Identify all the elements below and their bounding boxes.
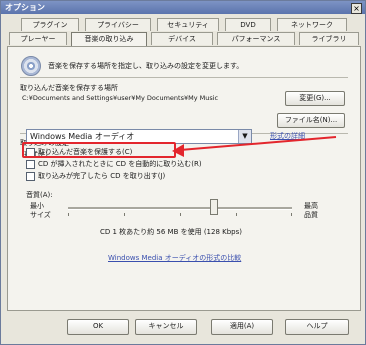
tab-plugins[interactable]: プラグイン <box>21 18 79 31</box>
chevron-down-icon[interactable]: ▼ <box>238 130 251 143</box>
help-button[interactable]: ヘルプ <box>285 319 349 335</box>
tab-library[interactable]: ライブラリ <box>299 32 359 45</box>
format-value: Windows Media オーディオ <box>30 132 135 141</box>
tab-row-1: プラグイン プライバシー セキュリティ DVD ネットワーク <box>9 18 359 31</box>
quality-slider-track[interactable] <box>68 207 292 210</box>
file-name-button[interactable]: ファイル名(N)... <box>277 113 345 128</box>
slider-tick <box>180 213 181 216</box>
tab-privacy[interactable]: プライバシー <box>85 18 151 31</box>
slider-tick <box>236 213 237 216</box>
learn-about-formats-link[interactable]: 形式の詳細 <box>270 131 305 141</box>
eject-cd-checkbox[interactable] <box>26 172 35 181</box>
tab-security[interactable]: セキュリティ <box>157 18 219 31</box>
compare-formats-link[interactable]: Windows Media オーディオの形式の比較 <box>108 253 241 263</box>
title-bar: オプション × <box>1 1 365 14</box>
panel-intro: 音楽を保存する場所を指定し、取り込みの設定を変更します。 <box>48 62 244 70</box>
close-button[interactable]: × <box>351 3 362 14</box>
tab-performance[interactable]: パフォーマンス <box>217 32 295 45</box>
slider-tick <box>68 213 69 216</box>
quality-slider-thumb[interactable] <box>210 199 218 215</box>
apply-button[interactable]: 適用(A) <box>211 319 273 335</box>
tab-devices[interactable]: デバイス <box>151 32 213 45</box>
options-dialog: オプション × プラグイン プライバシー セキュリティ DVD ネットワーク プ… <box>0 0 366 345</box>
tab-rip-music[interactable]: 音楽の取り込み <box>71 32 147 46</box>
ok-button[interactable]: OK <box>67 319 129 335</box>
cd-icon <box>21 56 41 76</box>
auto-rip-checkbox[interactable] <box>26 160 35 169</box>
window-title: オプション <box>5 3 45 12</box>
tab-network[interactable]: ネットワーク <box>277 18 347 31</box>
change-location-button[interactable]: 変更(G)... <box>285 91 345 106</box>
tab-dvd[interactable]: DVD <box>225 18 271 31</box>
tab-player[interactable]: プレーヤー <box>9 32 67 45</box>
best-quality-label: 最高 品質 <box>304 202 318 219</box>
location-path: C:¥Documents and Settings¥user¥My Docume… <box>22 94 219 102</box>
highlight-box <box>22 142 176 158</box>
location-heading: 取り込んだ音楽を保存する場所 <box>20 84 118 92</box>
quality-info: CD 1 枚あたり約 56 MB を使用 (128 Kbps) <box>100 228 243 236</box>
rip-music-panel: 音楽を保存する場所を指定し、取り込みの設定を変更します。 取り込んだ音楽を保存す… <box>7 46 361 311</box>
divider <box>20 77 348 78</box>
slider-tick <box>291 213 292 216</box>
smallest-size-label: 最小 サイズ <box>30 202 51 219</box>
slider-tick <box>124 213 125 216</box>
audio-quality-label: 音質(A): <box>26 191 53 199</box>
cancel-button[interactable]: キャンセル <box>135 319 197 335</box>
tab-row-2: プレーヤー 音楽の取り込み デバイス パフォーマンス ライブラリ <box>9 32 359 46</box>
auto-rip-label: CD が挿入されたときに CD を自動的に取り込む(R) <box>38 160 202 168</box>
eject-cd-label: 取り込みが完了したら CD を取り出す(J) <box>38 172 166 180</box>
